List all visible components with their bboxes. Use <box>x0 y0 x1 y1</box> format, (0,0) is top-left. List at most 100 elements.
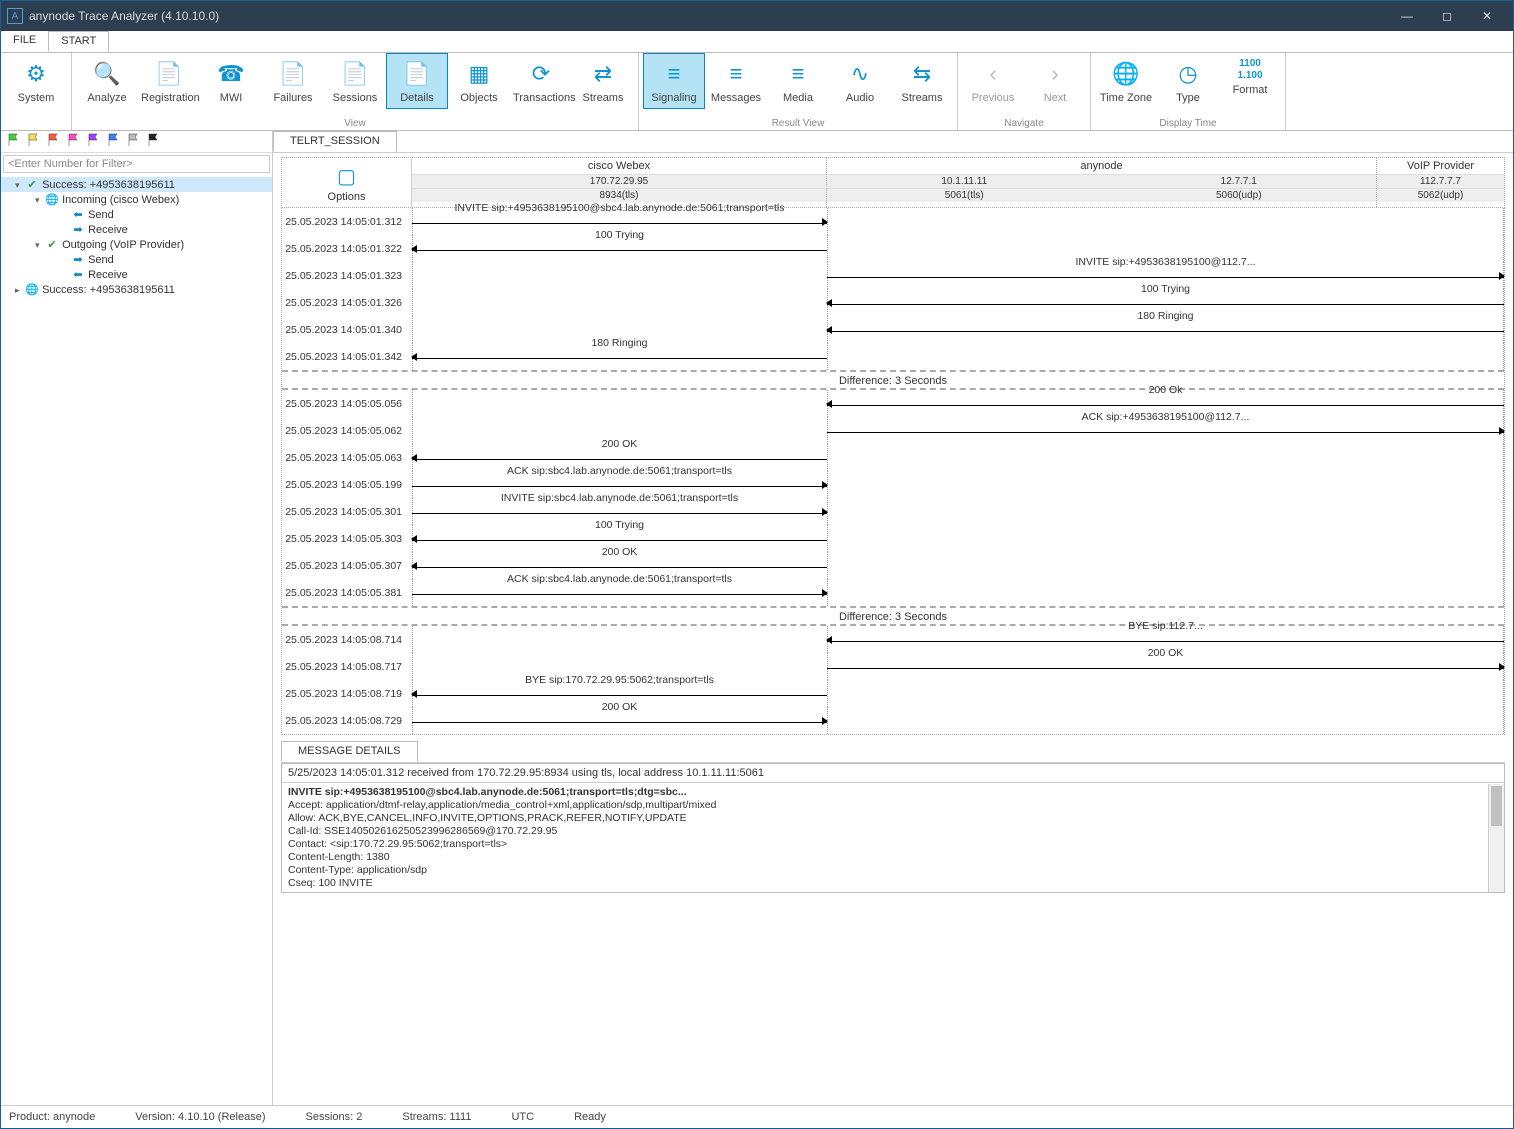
sip-message[interactable]: INVITE sip:+4953638195100@sbc4.lab.anyno… <box>412 215 827 229</box>
ribbon-mwi[interactable]: ☎ MWI <box>200 53 262 109</box>
minimize-button[interactable]: — <box>1387 1 1427 31</box>
ribbon-type[interactable]: ◷Type <box>1157 53 1219 109</box>
timestamp: 25.05.2023 14:05:08.717 <box>282 661 412 673</box>
tree[interactable]: ▾✔ Success: +4953638195611▾🌐 Incoming (c… <box>1 175 272 1105</box>
prev-icon: ‹ <box>965 58 1021 90</box>
tree-node[interactable]: ➡ Receive <box>1 222 272 237</box>
timestamp: 25.05.2023 14:05:05.062 <box>282 425 412 437</box>
sequence-row[interactable]: 25.05.2023 14:05:08.729200 OK <box>282 707 1504 734</box>
sip-message[interactable]: 200 OK <box>412 714 827 728</box>
ribbon-label: Media <box>770 92 826 104</box>
ribbon-media[interactable]: ≡Media <box>767 53 829 109</box>
timestamp: 25.05.2023 14:05:01.323 <box>282 270 412 282</box>
flag-icon[interactable] <box>47 133 61 150</box>
ribbon-sessions[interactable]: 📄Sessions <box>324 53 386 109</box>
failures-icon: 📄 <box>265 58 321 90</box>
sip-message[interactable]: 180 Ringing <box>412 350 827 364</box>
ribbon-label: Objects <box>451 92 507 104</box>
detail-line: Contact: <sip:170.72.29.95:5062;transpor… <box>288 838 1498 851</box>
options-button[interactable]: ▢ Options <box>282 158 412 207</box>
rstreams-icon: ⇆ <box>894 58 950 90</box>
sip-message[interactable]: ACK sip:sbc4.lab.anynode.de:5061;transpo… <box>412 586 827 600</box>
ribbon-registration[interactable]: 📄Registration <box>138 53 200 109</box>
ribbon-streams[interactable]: ⇄Streams <box>572 53 634 109</box>
timestamp: 25.05.2023 14:05:01.312 <box>282 216 412 228</box>
sequence-row[interactable]: 25.05.2023 14:05:01.342180 Ringing <box>282 343 1504 370</box>
options-icon: ▢ <box>286 164 407 189</box>
detail-line: Cseq: 100 INVITE <box>288 877 1498 890</box>
flag-icon[interactable] <box>107 133 121 150</box>
sip-message[interactable]: 100 Trying <box>412 242 827 256</box>
tree-node[interactable]: ▾✔ Success: +4953638195611 <box>1 177 272 192</box>
ribbon-next[interactable]: ›Next <box>1024 53 1086 109</box>
ribbon-messages[interactable]: ≡Messages <box>705 53 767 109</box>
ribbon-prev[interactable]: ‹Previous <box>962 53 1024 109</box>
sip-message[interactable]: BYE sip:170.72.29.95:5062;transport=tls <box>412 687 827 701</box>
objects-icon: ▦ <box>451 58 507 90</box>
ribbon-analyze[interactable]: 🔍Analyze <box>76 53 138 109</box>
titlebar: A anynode Trace Analyzer (4.10.10.0) — ◻… <box>1 1 1513 31</box>
menu-tabs: FILE START <box>1 31 1513 53</box>
sip-message[interactable]: 180 Ringing <box>827 323 1504 337</box>
ribbon-tz[interactable]: 🌐Time Zone <box>1095 53 1157 109</box>
mwi-icon: ☎ <box>203 58 259 90</box>
tree-node[interactable]: ⬅ Send <box>1 207 272 222</box>
status-sessions: Sessions: 2 <box>305 1111 362 1123</box>
ribbon-rstreams[interactable]: ⇆Streams <box>891 53 953 109</box>
sequence-header: ▢ Options cisco Webex 170.72.29.95 8934(… <box>281 157 1505 208</box>
sip-message[interactable]: ACK sip:+4953638195100@112.7... <box>827 424 1504 438</box>
ribbon-failures[interactable]: 📄Failures <box>262 53 324 109</box>
sequence-body[interactable]: 25.05.2023 14:05:01.312INVITE sip:+49536… <box>281 208 1505 735</box>
maximize-button[interactable]: ◻ <box>1427 1 1467 31</box>
timestamp: 25.05.2023 14:05:05.303 <box>282 533 412 545</box>
flag-icon[interactable] <box>27 133 41 150</box>
tab-file[interactable]: FILE <box>1 31 48 52</box>
sip-message[interactable]: INVITE sip:+4953638195100@112.7... <box>827 269 1504 283</box>
session-tab[interactable]: TELRT_SESSION <box>273 131 397 152</box>
sip-message[interactable]: 100 Trying <box>412 532 827 546</box>
sip-message[interactable]: BYE sip:112.7... <box>827 633 1504 647</box>
ribbon-signaling[interactable]: ≡Signaling <box>643 53 705 109</box>
ribbon-label: Details <box>389 92 445 104</box>
flag-icon[interactable] <box>127 133 141 150</box>
analyze-icon: 🔍 <box>79 58 135 90</box>
ribbon-audio[interactable]: ∿Audio <box>829 53 891 109</box>
messages-icon: ≡ <box>708 58 764 90</box>
ribbon-label: MWI <box>203 92 259 104</box>
tree-node[interactable]: ▾✔ Outgoing (VoIP Provider) <box>1 237 272 252</box>
close-button[interactable]: ✕ <box>1467 1 1507 31</box>
detail-line: Call-Id: SSE140502616250523996286569@170… <box>288 825 1498 838</box>
tree-node[interactable]: ▸🌐 Success: +4953638195611 <box>1 282 272 297</box>
ribbon-details[interactable]: 📄Details <box>386 53 448 109</box>
filter-input[interactable] <box>3 155 270 173</box>
detail-line: Content-Type: application/sdp <box>288 864 1498 877</box>
flag-icon[interactable] <box>87 133 101 150</box>
detail-line: Content-Length: 1380 <box>288 851 1498 864</box>
sip-message[interactable]: ACK sip:sbc4.lab.anynode.de:5061;transpo… <box>412 478 827 492</box>
ribbon-system[interactable]: ⚙System <box>5 53 67 109</box>
tree-node[interactable]: ▾🌐 Incoming (cisco Webex) <box>1 192 272 207</box>
sip-message[interactable]: 200 Ok <box>827 397 1504 411</box>
sip-message[interactable]: 200 OK <box>827 660 1504 674</box>
ribbon-format[interactable]: 11001.100Format <box>1219 53 1281 101</box>
ribbon-objects[interactable]: ▦ Objects <box>448 53 510 109</box>
sip-message[interactable]: 100 Trying <box>827 296 1504 310</box>
flag-icon[interactable] <box>67 133 81 150</box>
tab-start[interactable]: START <box>48 31 109 52</box>
column-cisco-webex: cisco Webex 170.72.29.95 8934(tls) <box>412 158 827 207</box>
tree-node[interactable]: ⬅ Receive <box>1 267 272 282</box>
status-streams: Streams: 1111 <box>402 1111 471 1123</box>
message-details-tab[interactable]: MESSAGE DETAILS <box>281 741 418 762</box>
tree-node[interactable]: ➡ Send <box>1 252 272 267</box>
sip-message[interactable]: INVITE sip:sbc4.lab.anynode.de:5061;tran… <box>412 505 827 519</box>
timestamp: 25.05.2023 14:05:01.326 <box>282 297 412 309</box>
flag-icon[interactable] <box>147 133 161 150</box>
flag-icon[interactable] <box>7 133 21 150</box>
status-version: Version: 4.10.10 (Release) <box>135 1111 265 1123</box>
sip-message[interactable]: 200 OK <box>412 559 827 573</box>
ribbon-transactions[interactable]: ⟳Transactions <box>510 53 572 109</box>
sequence-row[interactable]: 25.05.2023 14:05:05.381ACK sip:sbc4.lab.… <box>282 579 1504 606</box>
details-scrollbar[interactable] <box>1488 784 1504 892</box>
title-text: anynode Trace Analyzer (4.10.10.0) <box>29 9 219 23</box>
sip-message[interactable]: 200 OK <box>412 451 827 465</box>
